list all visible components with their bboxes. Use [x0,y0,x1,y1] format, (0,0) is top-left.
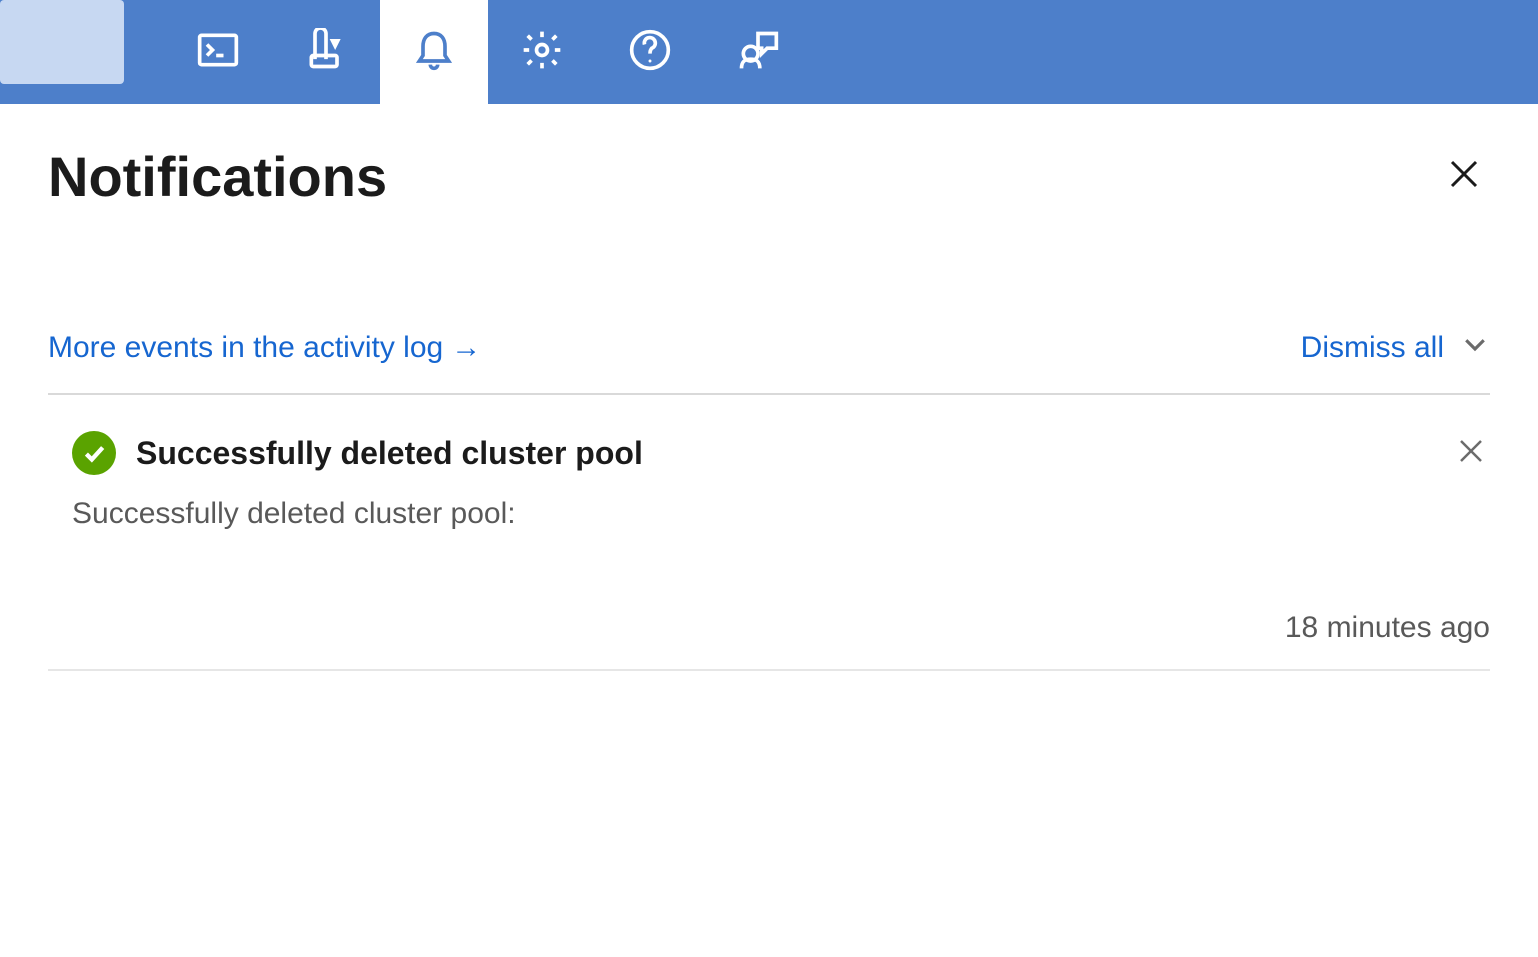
settings-button[interactable] [488,0,596,104]
notifications-button[interactable] [380,0,488,104]
feedback-button[interactable] [704,0,812,104]
help-button[interactable] [596,0,704,104]
notification-item: Successfully deleted cluster pool Succes… [48,395,1490,671]
panel-title: Notifications [48,144,387,209]
close-icon [1456,453,1486,470]
close-icon [1446,179,1482,196]
search-box-collapsed[interactable] [0,0,124,84]
cloud-shell-button[interactable] [164,0,272,104]
status-success-icon [72,431,116,475]
bell-icon [412,28,456,77]
cloud-shell-icon [196,28,240,77]
chevron-down-icon [1460,329,1490,367]
activity-log-link[interactable]: More events in the activity log → [48,331,481,365]
feedback-icon [736,28,780,77]
directory-filter-button[interactable] [272,0,380,104]
help-icon [628,28,672,77]
arrow-right-icon: → [451,331,481,365]
notification-body: Successfully deleted cluster pool: [72,497,1490,531]
notifications-panel: Notifications More events in the activit… [0,104,1538,671]
gear-icon [520,28,564,77]
directory-filter-icon [304,28,348,77]
top-toolbar [0,0,1538,104]
activity-log-link-label: More events in the activity log [48,331,443,365]
dismiss-all-label: Dismiss all [1301,331,1444,365]
notification-title: Successfully deleted cluster pool [136,435,1436,472]
dismiss-all-button[interactable]: Dismiss all [1301,329,1490,367]
dismiss-notification-button[interactable] [1456,436,1490,471]
notification-timestamp: 18 minutes ago [72,611,1490,645]
close-panel-button[interactable] [1438,148,1490,205]
